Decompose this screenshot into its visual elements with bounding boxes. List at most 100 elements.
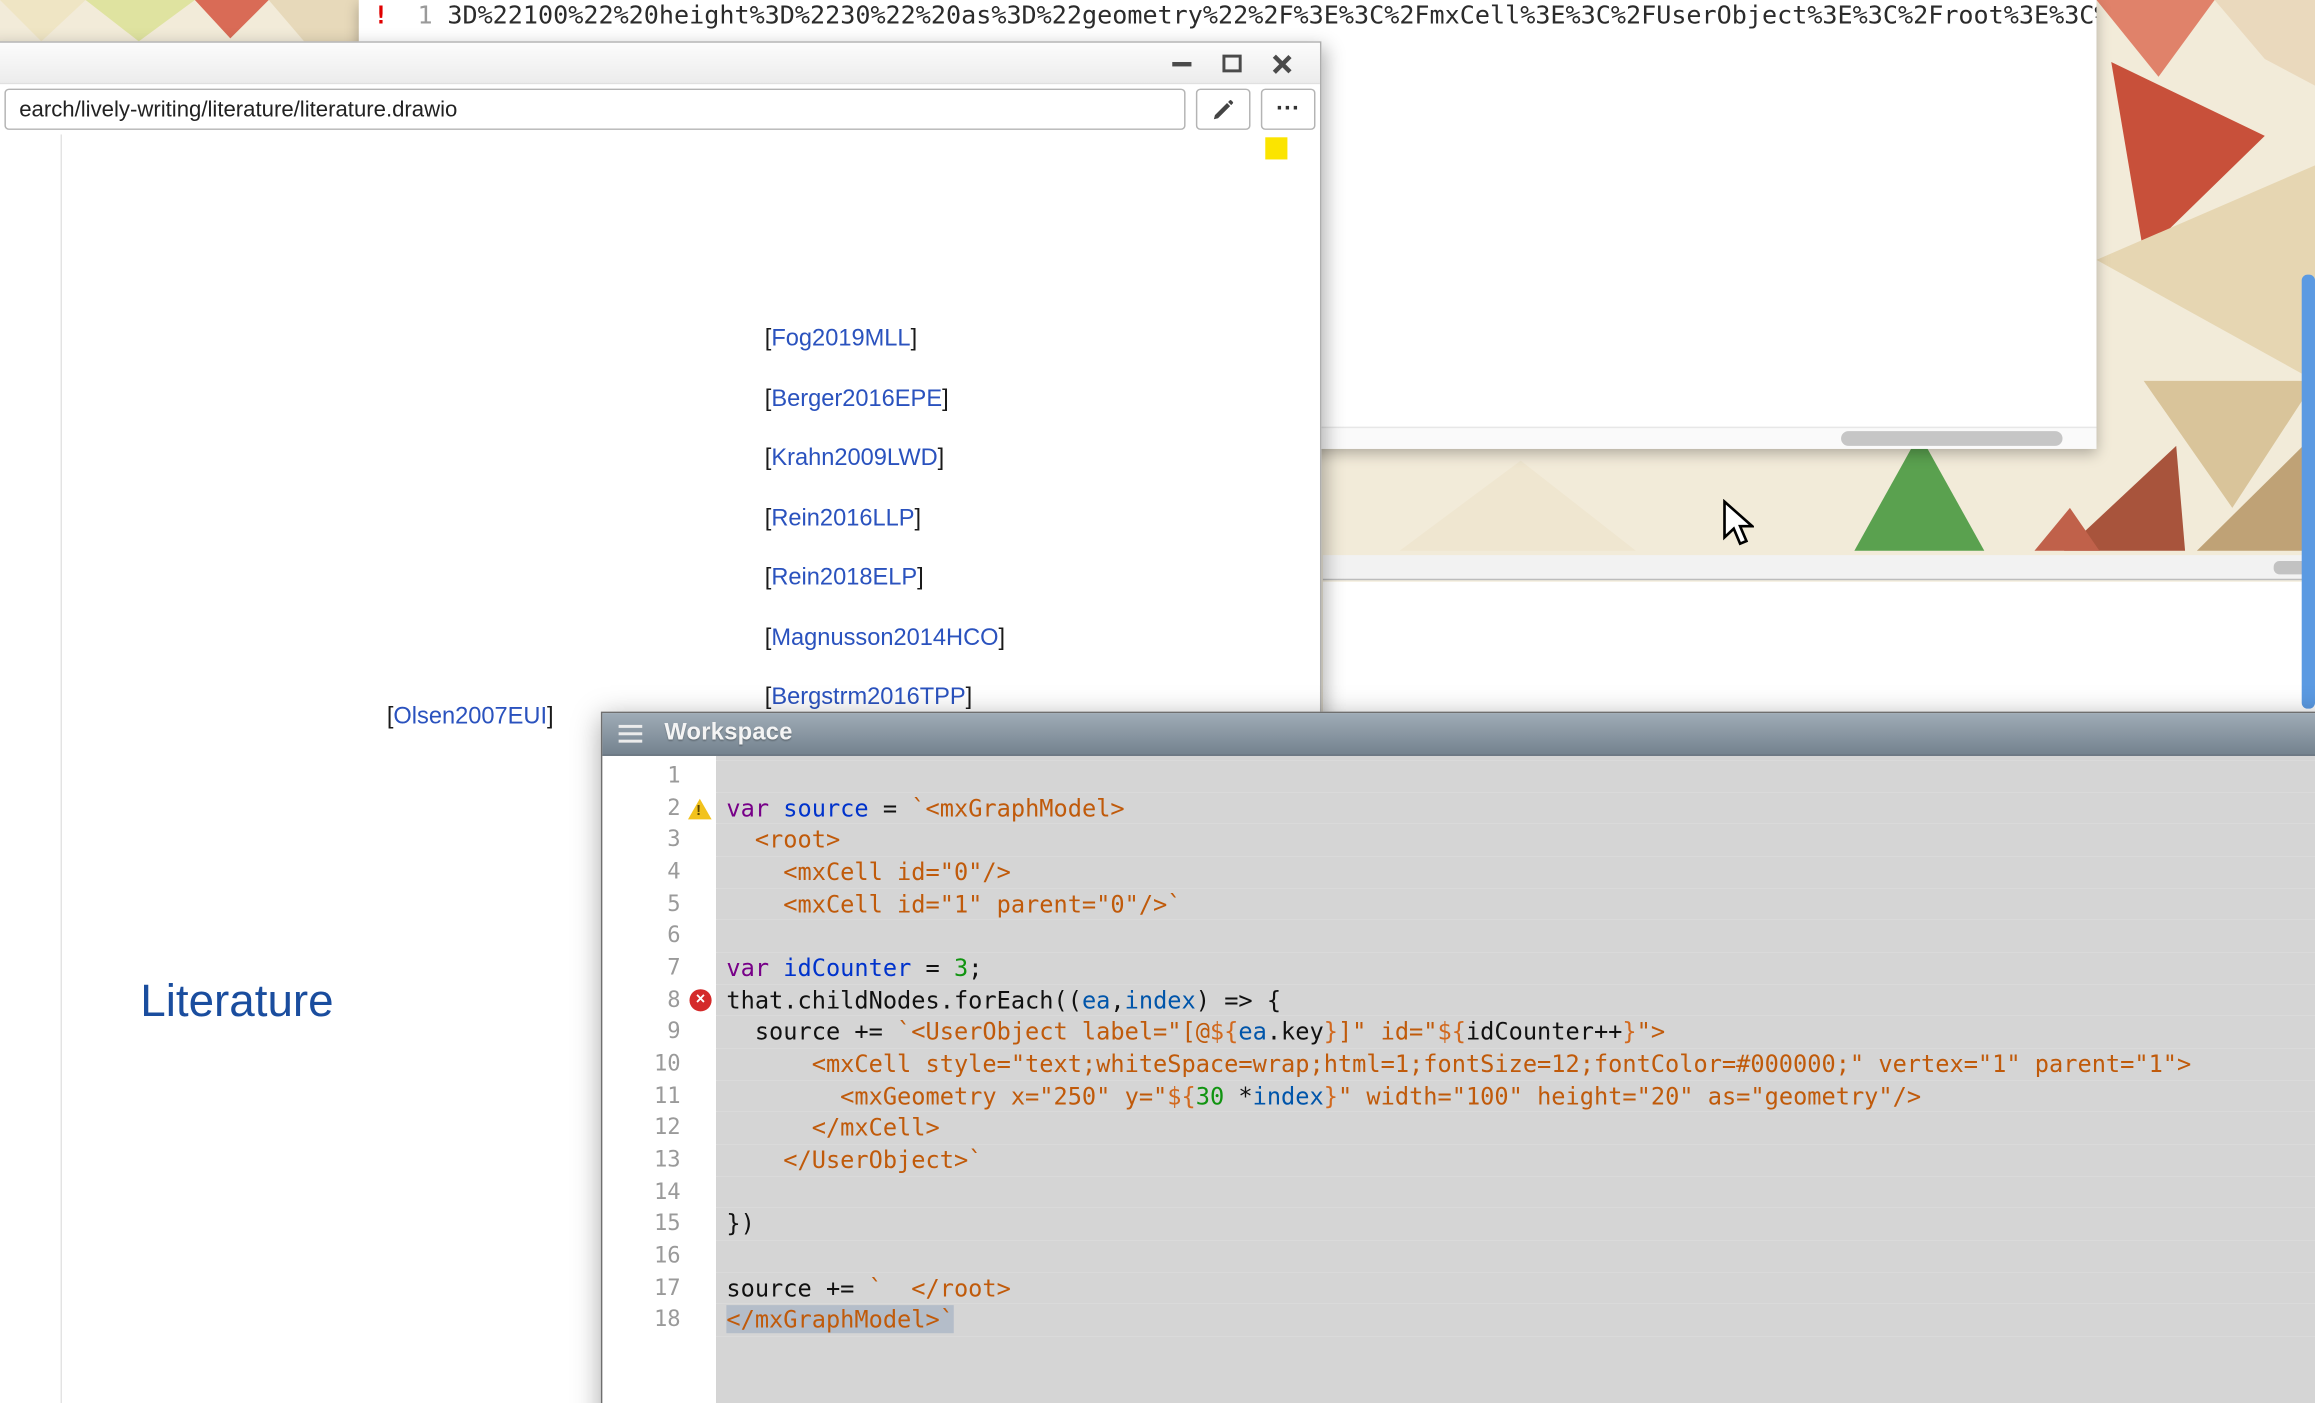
bracket: ] <box>999 625 1006 650</box>
drawio-titlebar[interactable] <box>0 43 1320 84</box>
line-number: 11 <box>654 1080 681 1112</box>
workspace-titlebar[interactable]: Workspace <box>602 713 2315 756</box>
bracket: ] <box>938 446 945 471</box>
citation-key[interactable]: Magnusson2014HCO <box>771 625 998 650</box>
citation-link[interactable]: [Rein2018ELP] <box>765 565 924 590</box>
gutter-cell: 18 <box>602 1304 717 1336</box>
line-number: 8 <box>667 984 680 1016</box>
gutter-cell: 9 <box>602 1016 717 1048</box>
code-line[interactable]: 4 <mxCell id="0"/> <box>602 856 2315 888</box>
more-options-button[interactable]: ... <box>1261 89 1316 130</box>
drawio-toolbar: ... <box>0 84 1320 134</box>
code-line[interactable]: 11 <mxGeometry x="250" y="${30 *index}" … <box>602 1080 2315 1112</box>
code-text[interactable]: source += ` </root> <box>718 1272 2315 1304</box>
background-window <box>1323 582 2315 712</box>
gutter-cell: 15 <box>602 1208 717 1240</box>
code-text[interactable]: <mxCell style="text;whiteSpace=wrap;html… <box>718 1048 2315 1080</box>
close-button[interactable] <box>1267 47 1297 79</box>
code-line[interactable]: 9 source += `<UserObject label="[@${ea.k… <box>602 1016 2315 1048</box>
code-text[interactable]: that.childNodes.forEach((ea,index) => { <box>718 984 2315 1016</box>
code-line[interactable]: 14 <box>602 1176 2315 1208</box>
code-text[interactable]: </UserObject>` <box>718 1144 2315 1176</box>
line-number: 5 <box>667 888 680 920</box>
xml-code-line[interactable]: ! 1 3D%22100%22%20height%3D%2230%22%20as… <box>359 0 2097 32</box>
citation-link[interactable]: [Fog2019MLL] <box>765 326 917 351</box>
code-line[interactable]: 2!var source = `<mxGraphModel> <box>602 792 2315 824</box>
citation-link[interactable]: [Berger2016EPE] <box>765 386 949 411</box>
citation-link[interactable]: [Krahn2009LWD] <box>765 446 944 471</box>
citation-key[interactable]: Rein2018ELP <box>771 565 917 590</box>
gutter-cell: 2! <box>602 792 717 824</box>
code-lines: 12!var source = `<mxGraphModel>3 <root>4… <box>602 756 2315 1403</box>
side-citation[interactable]: [Olsen2007EUI] <box>387 704 554 729</box>
code-editor[interactable]: 12!var source = `<mxGraphModel>3 <root>4… <box>602 756 2315 1403</box>
gutter-cell: 1 <box>602 760 717 792</box>
gutter-cell: 17 <box>602 1272 717 1304</box>
code-line[interactable]: 5 <mxCell id="1" parent="0"/>` <box>602 888 2315 920</box>
citation-link[interactable]: [Bergstrm2016TPP] <box>765 685 972 710</box>
line-number: 1 <box>667 760 680 792</box>
code-text[interactable]: source += `<UserObject label="[@${ea.key… <box>718 1016 2315 1048</box>
line-number: 1 <box>403 1 447 32</box>
citation-key[interactable]: Rein2016LLP <box>771 506 914 531</box>
citation-key[interactable]: Fog2019MLL <box>771 326 910 351</box>
edit-button[interactable] <box>1196 89 1251 130</box>
citation-link[interactable]: [Magnusson2014HCO] <box>765 625 1005 650</box>
code-text[interactable] <box>718 1240 2315 1272</box>
gutter-cell: 16 <box>602 1240 717 1272</box>
citation-key[interactable]: Bergstrm2016TPP <box>771 685 965 710</box>
yellow-marker <box>1265 137 1287 159</box>
code-text[interactable]: <mxCell id="0"/> <box>718 856 2315 888</box>
line-number: 17 <box>654 1272 681 1304</box>
file-path-input[interactable] <box>4 89 1185 130</box>
mouse-cursor <box>1721 499 1753 549</box>
code-line[interactable]: 7 var idCounter = 3; <box>602 952 2315 984</box>
code-line[interactable]: 10 <mxCell style="text;whiteSpace=wrap;h… <box>602 1048 2315 1080</box>
citation-key[interactable]: Krahn2009LWD <box>771 446 937 471</box>
maximize-button[interactable] <box>1217 47 1247 79</box>
menu-icon[interactable] <box>619 720 643 747</box>
code-line[interactable]: 17 source += ` </root> <box>602 1272 2315 1304</box>
workspace-window: Workspace 12!var source = `<mxGraphModel… <box>601 712 2315 1403</box>
bracket: ] <box>942 386 949 411</box>
code-line[interactable]: 13 </UserObject>` <box>602 1144 2315 1176</box>
line-number: 14 <box>654 1176 681 1208</box>
window-edge-scrollbar[interactable] <box>1323 555 2315 580</box>
code-text[interactable]: <mxCell id="1" parent="0"/>` <box>718 888 2315 920</box>
line-number: 16 <box>654 1240 681 1272</box>
code-text[interactable]: </mxCell> <box>718 1112 2315 1144</box>
citation-key[interactable]: Berger2016EPE <box>771 386 942 411</box>
gutter-fill <box>602 1336 717 1403</box>
gutter-cell: 3 <box>602 824 717 856</box>
gutter-cell: 11 <box>602 1080 717 1112</box>
code-text[interactable] <box>718 1176 2315 1208</box>
code-text[interactable]: var idCounter = 3; <box>718 952 2315 984</box>
code-text[interactable] <box>718 920 2315 952</box>
code-line[interactable]: 1 <box>602 760 2315 792</box>
window-controls <box>1166 47 1296 79</box>
code-line[interactable]: 18</mxGraphModel>` <box>602 1304 2315 1336</box>
citation-link[interactable]: [Rein2016LLP] <box>765 506 921 531</box>
literature-heading: Literature <box>140 973 333 1029</box>
code-line[interactable]: 12 </mxCell> <box>602 1112 2315 1144</box>
citation-key[interactable]: Olsen2007EUI <box>393 704 547 729</box>
code-line[interactable]: 6 <box>602 920 2315 952</box>
vertical-scrollbar-thumb[interactable] <box>2302 275 2315 709</box>
code-text[interactable]: }) <box>718 1208 2315 1240</box>
code-text[interactable]: var source = `<mxGraphModel> <box>718 792 2315 824</box>
line-number: 7 <box>667 952 680 984</box>
line-number: 9 <box>667 1016 680 1048</box>
scrollbar-thumb[interactable] <box>1841 431 2062 446</box>
code-text[interactable] <box>718 760 2315 792</box>
minimize-button[interactable] <box>1166 47 1196 79</box>
gutter-cell: 13 <box>602 1144 717 1176</box>
code-line[interactable]: 8×that.childNodes.forEach((ea,index) => … <box>602 984 2315 1016</box>
code-line[interactable]: 15}) <box>602 1208 2315 1240</box>
gutter-cell: 4 <box>602 856 717 888</box>
bracket: ] <box>966 685 973 710</box>
code-line[interactable]: 16 <box>602 1240 2315 1272</box>
code-text[interactable]: <mxGeometry x="250" y="${30 *index}" wid… <box>718 1080 2315 1112</box>
code-text[interactable]: <root> <box>718 824 2315 856</box>
code-line[interactable]: 3 <root> <box>602 824 2315 856</box>
code-text[interactable]: </mxGraphModel>` <box>718 1304 2315 1336</box>
